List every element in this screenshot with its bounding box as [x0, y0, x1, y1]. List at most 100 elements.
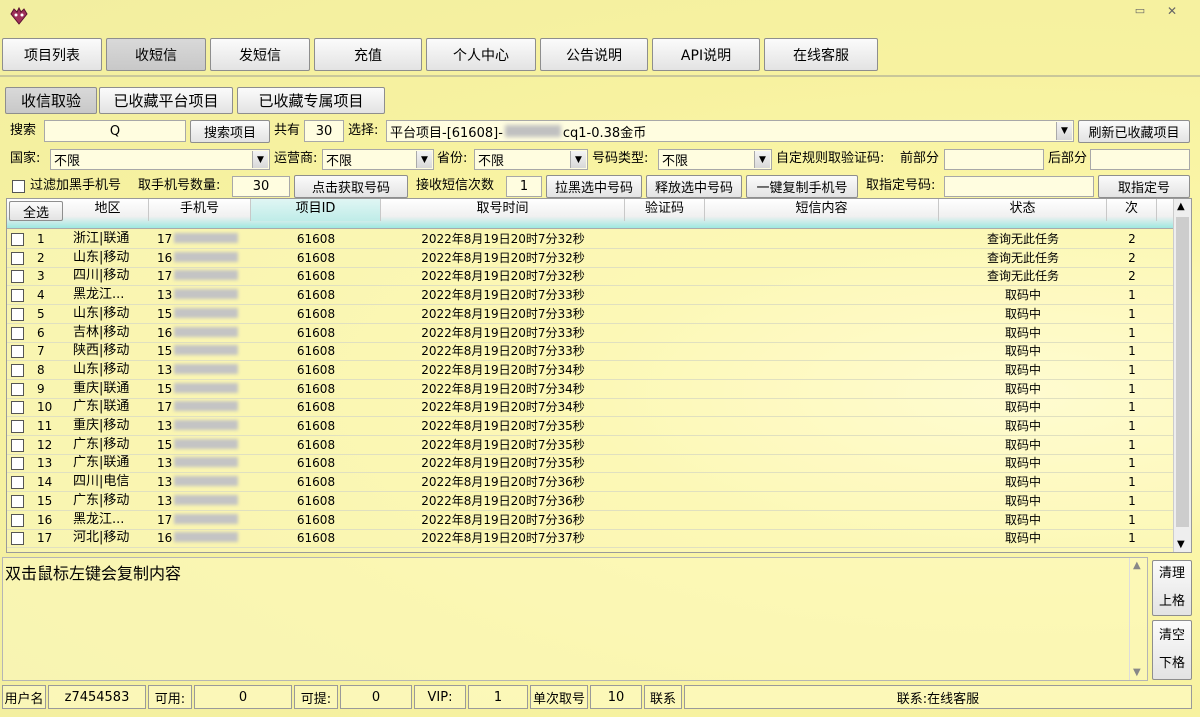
row-checkbox[interactable]	[11, 438, 24, 452]
row-checkbox[interactable]	[11, 476, 24, 490]
count-input[interactable]: 30	[232, 176, 290, 197]
row-checkbox[interactable]	[11, 307, 24, 321]
carrier-select[interactable]: 不限 ▼	[322, 149, 434, 170]
row-time: 2022年8月19日20时7分34秒	[421, 381, 585, 396]
project-select[interactable]: 平台项目-[61608]- cq1-0.38金币 ▼	[386, 120, 1074, 142]
vertical-scrollbar[interactable]: ▲ ▼	[1173, 199, 1191, 552]
table-row[interactable]: 9 重庆|联通 15 61608 2022年8月19日20时7分34秒 取码中 1	[7, 380, 1175, 399]
chevron-down-icon[interactable]: ▼	[570, 151, 586, 168]
log-textarea[interactable]: 双击鼠标左键会复制内容 ▲ ▼	[2, 557, 1148, 681]
header-sms-content[interactable]: 短信内容	[705, 199, 939, 221]
status-contact-value[interactable]: 联系:在线客服	[684, 685, 1192, 709]
row-phone-prefix: 16	[157, 531, 173, 546]
blacklist-selected-button[interactable]: 拉黑选中号码	[546, 175, 642, 198]
close-button[interactable]: ✕	[1162, 4, 1182, 22]
row-count: 1	[1128, 325, 1136, 340]
scroll-thumb[interactable]	[1176, 217, 1189, 527]
chevron-down-icon[interactable]: ▼	[1056, 122, 1072, 140]
tab-receive-sms[interactable]: 收短信	[106, 38, 206, 71]
search-project-button[interactable]: 搜索项目	[190, 120, 270, 143]
subtab-receive[interactable]: 收信取验	[5, 87, 97, 114]
scroll-down-icon[interactable]: ▼	[1177, 539, 1185, 550]
scroll-up-icon[interactable]: ▲	[1177, 201, 1185, 212]
log-text: 双击鼠标左键会复制内容	[5, 564, 182, 583]
table-row[interactable]: 15 广东|移动 13 61608 2022年8月19日20时7分36秒 取码中 1	[7, 492, 1175, 511]
tab-send-sms[interactable]: 发短信	[210, 38, 310, 71]
row-time: 2022年8月19日20时7分35秒	[421, 437, 585, 452]
row-checkbox[interactable]	[11, 494, 24, 508]
scroll-up-icon[interactable]: ▲	[1133, 560, 1141, 571]
table-row[interactable]: 14 四川|电信 13 61608 2022年8月19日20时7分36秒 取码中 1	[7, 473, 1175, 493]
get-numbers-button[interactable]: 点击获取号码	[294, 175, 408, 198]
row-checkbox[interactable]	[11, 345, 24, 359]
header-count[interactable]: 次	[1107, 199, 1157, 221]
chevron-down-icon[interactable]: ▼	[754, 151, 770, 168]
refresh-favorites-button[interactable]: 刷新已收藏项目	[1078, 120, 1190, 143]
table-row[interactable]: 6 吉林|移动 16 61608 2022年8月19日20时7分33秒 取码中 1	[7, 324, 1175, 343]
table-row[interactable]: 3 四川|移动 17 61608 2022年8月19日20时7分32秒 查询无此任务 2	[7, 267, 1175, 287]
tab-recharge[interactable]: 充值	[314, 38, 422, 71]
row-checkbox[interactable]	[11, 532, 24, 546]
log-clear-button[interactable]: 清理 上格	[1152, 560, 1192, 616]
table-row[interactable]: 13 广东|联通 13 61608 2022年8月19日20时7分35秒 取码中 1	[7, 454, 1175, 474]
table-row[interactable]: 17 河北|移动 16 61608 2022年8月19日20时7分37秒 取码中 1	[7, 529, 1175, 549]
table-row[interactable]: 7 陕西|移动 15 61608 2022年8月19日20时7分33秒 取码中 1	[7, 342, 1175, 362]
suffix-input[interactable]	[1090, 149, 1190, 170]
prefix-input[interactable]	[944, 149, 1044, 170]
row-checkbox[interactable]	[11, 457, 24, 471]
log-empty-button[interactable]: 清空 下格	[1152, 620, 1192, 680]
chevron-down-icon[interactable]: ▼	[252, 151, 268, 168]
log-scrollbar[interactable]: ▲ ▼	[1129, 558, 1147, 680]
search-input[interactable]: Q	[44, 120, 186, 142]
row-checkbox[interactable]	[11, 513, 24, 527]
row-checkbox[interactable]	[11, 401, 24, 415]
specify-number-button[interactable]: 取指定号	[1098, 175, 1190, 198]
row-phone-redacted	[174, 494, 239, 505]
table-row[interactable]: 8 山东|移动 13 61608 2022年8月19日20时7分34秒 取码中 1	[7, 361, 1175, 380]
tab-online-support[interactable]: 在线客服	[764, 38, 878, 71]
header-status[interactable]: 状态	[939, 199, 1107, 221]
row-count: 2	[1128, 250, 1136, 265]
row-checkbox[interactable]	[11, 420, 24, 433]
row-checkbox[interactable]	[11, 289, 24, 303]
row-checkbox[interactable]	[11, 251, 24, 265]
header-time[interactable]: 取号时间	[381, 199, 625, 221]
tab-personal-center[interactable]: 个人中心	[426, 38, 536, 71]
tab-project-list[interactable]: 项目列表	[2, 38, 102, 71]
header-project-id[interactable]: 项目ID	[251, 199, 381, 221]
filter-black-checkbox[interactable]	[12, 180, 25, 193]
release-selected-button[interactable]: 释放选中号码	[646, 175, 742, 198]
table-row[interactable]: 4 黑龙江... 13 61608 2022年8月19日20时7分33秒 取码中 1	[7, 286, 1175, 306]
header-region[interactable]: 地区	[67, 199, 149, 221]
specify-number-input[interactable]	[944, 176, 1094, 197]
row-time: 2022年8月19日20时7分36秒	[421, 493, 585, 508]
row-checkbox[interactable]	[11, 270, 24, 284]
receive-count-input[interactable]: 1	[506, 176, 542, 197]
country-select[interactable]: 不限 ▼	[50, 149, 270, 170]
table-row[interactable]: 12 广东|移动 15 61608 2022年8月19日20时7分35秒 取码中 1	[7, 436, 1175, 455]
minimize-button[interactable]: ▭	[1130, 4, 1150, 22]
copy-phones-button[interactable]: 一键复制手机号	[746, 175, 858, 198]
subtab-platform-favorites[interactable]: 已收藏平台项目	[99, 87, 233, 114]
table-row[interactable]: 11 重庆|移动 13 61608 2022年8月19日20时7分35秒 取码中 1	[7, 417, 1175, 436]
province-select[interactable]: 不限 ▼	[474, 149, 588, 170]
header-code[interactable]: 验证码	[625, 199, 705, 221]
row-checkbox[interactable]	[11, 326, 24, 340]
table-row[interactable]: 1 浙江|联通 17 61608 2022年8月19日20时7分32秒 查询无此任务 2	[7, 230, 1175, 249]
subtab-exclusive-favorites[interactable]: 已收藏专属项目	[237, 87, 385, 114]
scroll-down-icon[interactable]: ▼	[1133, 667, 1141, 678]
row-checkbox[interactable]	[11, 382, 24, 396]
tab-announcements[interactable]: 公告说明	[540, 38, 648, 71]
header-phone[interactable]: 手机号	[149, 199, 251, 221]
select-all-button[interactable]: 全选	[9, 201, 63, 221]
table-row[interactable]: 10 广东|联通 17 61608 2022年8月19日20时7分34秒 取码中 1	[7, 398, 1175, 418]
chevron-down-icon[interactable]: ▼	[416, 151, 432, 168]
table-row[interactable]: 2 山东|移动 16 61608 2022年8月19日20时7分32秒 查询无此任务 2	[7, 249, 1175, 268]
specify-number-label: 取指定号码:	[866, 178, 936, 193]
table-row[interactable]: 16 黑龙江... 17 61608 2022年8月19日20时7分36秒 取码中 1	[7, 511, 1175, 530]
number-type-select[interactable]: 不限 ▼	[658, 149, 772, 170]
table-row[interactable]: 5 山东|移动 15 61608 2022年8月19日20时7分33秒 取码中 1	[7, 305, 1175, 324]
row-checkbox[interactable]	[11, 363, 24, 377]
row-checkbox[interactable]	[11, 233, 24, 246]
tab-api-docs[interactable]: API说明	[652, 38, 760, 71]
